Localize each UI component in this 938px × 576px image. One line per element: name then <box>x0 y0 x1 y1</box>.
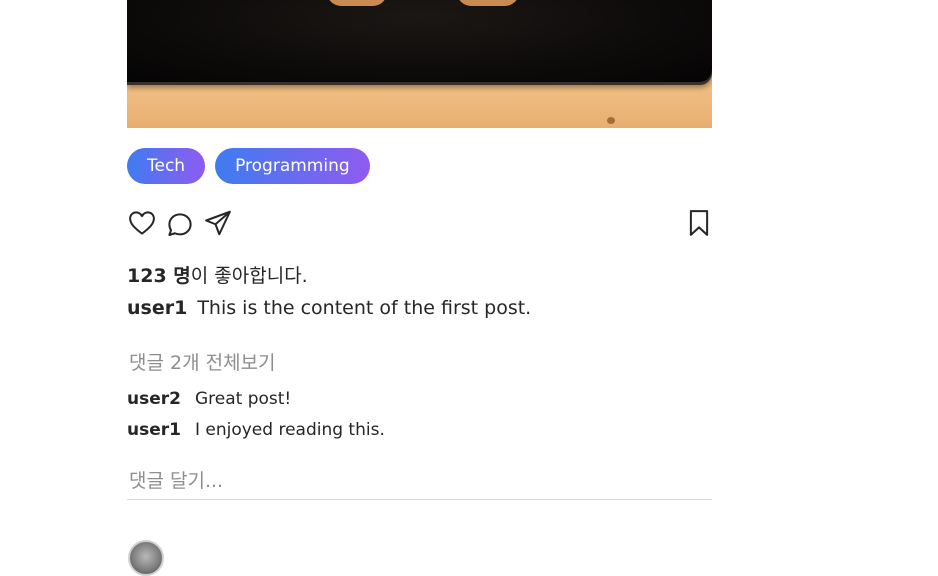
like-count-number: 123 명 <box>127 265 191 287</box>
comment-bubble-icon[interactable] <box>165 210 195 240</box>
post-image-detail <box>607 117 615 124</box>
view-all-comments-link[interactable]: 댓글 2개 전체보기 <box>129 348 276 375</box>
comment-item: user1 I enjoyed reading this. <box>127 420 385 440</box>
post-image[interactable] <box>127 0 712 128</box>
comment-username[interactable]: user2 <box>127 389 181 409</box>
post-actions <box>127 208 712 242</box>
caption-username[interactable]: user1 <box>127 297 187 319</box>
like-count[interactable]: 123 명이 좋아합니다. <box>127 261 308 288</box>
avatar[interactable] <box>128 540 164 576</box>
add-comment-input[interactable] <box>127 462 712 500</box>
tag-chip-tech[interactable]: Tech <box>127 148 206 184</box>
post-image-tray <box>127 0 712 82</box>
tag-chip-programming[interactable]: Programming <box>215 148 370 184</box>
bookmark-icon[interactable] <box>684 208 714 238</box>
comment-item: user2 Great post! <box>127 389 291 409</box>
tag-list: Tech Programming <box>127 148 370 184</box>
paper-plane-icon[interactable] <box>203 208 233 238</box>
comment-text: I enjoyed reading this. <box>194 420 385 440</box>
caption-text: This is the content of the first post. <box>197 297 532 319</box>
heart-icon[interactable] <box>127 208 157 238</box>
like-count-suffix: 이 좋아합니다. <box>190 265 308 287</box>
comment-username[interactable]: user1 <box>127 420 181 440</box>
comment-text: Great post! <box>194 389 292 409</box>
post-image-detail <box>457 0 519 6</box>
post-caption: user1 This is the content of the first po… <box>127 297 531 319</box>
